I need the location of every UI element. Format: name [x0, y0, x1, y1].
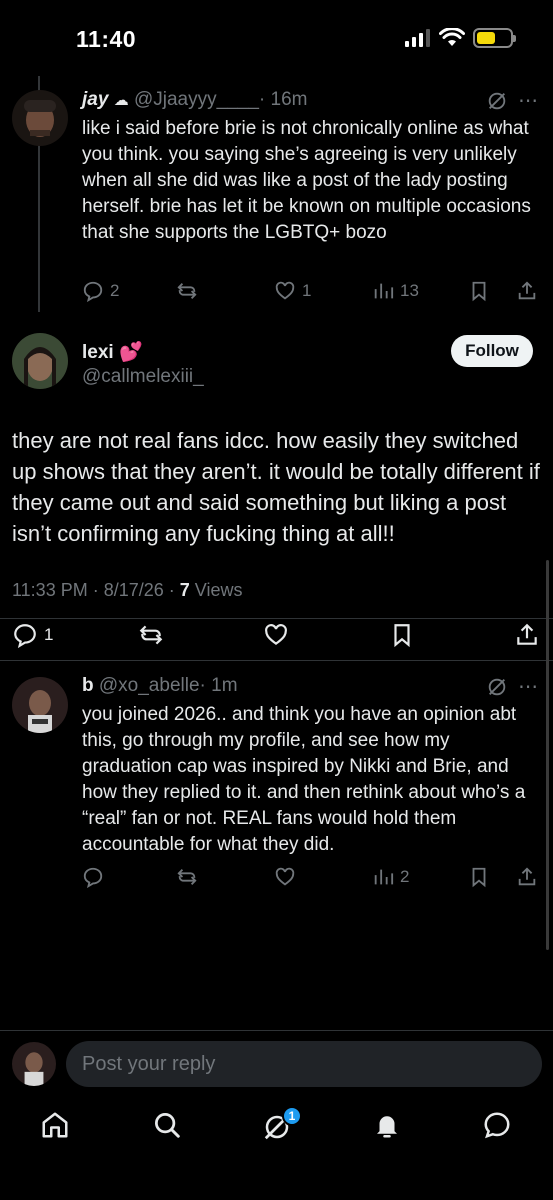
reply-1-handle[interactable]: @Jjaayyy____ [134, 89, 259, 110]
reply-1-actions: 2 1 13 [0, 278, 553, 304]
reply-2-handle[interactable]: @xo_abelle [99, 675, 200, 696]
avatar-b[interactable] [12, 677, 68, 733]
main-bookmark-button[interactable] [389, 622, 415, 648]
messages-icon[interactable] [482, 1110, 512, 1140]
comment-icon [14, 624, 36, 648]
repost-icon [139, 625, 163, 645]
reply-button[interactable] [82, 866, 104, 888]
reply-2-text: you joined 2026.. and think you have an … [82, 704, 526, 855]
bell-icon[interactable] [372, 1110, 402, 1140]
signal-icon [405, 29, 430, 47]
views-label: Views [189, 580, 243, 600]
main-post-timestamp: 11:33 PM · 8/17/26 · 7 Views [12, 580, 242, 601]
battery-fill [477, 32, 495, 44]
main-reply-count: 1 [44, 625, 54, 644]
bookmark-icon [472, 281, 486, 302]
notification-badge: 1 [282, 1106, 302, 1126]
more-options-icon[interactable]: ⋯ [518, 674, 538, 699]
repost-icon [177, 283, 197, 299]
status-icons [405, 28, 516, 48]
wifi-icon [439, 28, 465, 46]
heart-emoji-icon: 💕 [118, 342, 143, 363]
divider [0, 660, 553, 661]
share-icon [518, 281, 536, 300]
composer-avatar[interactable] [12, 1042, 56, 1086]
bookmark-button[interactable] [468, 280, 490, 302]
heart-icon [275, 867, 295, 886]
reply-1-age: · 16m [258, 89, 308, 110]
divider [0, 618, 553, 619]
main-like-button[interactable] [263, 622, 289, 648]
like-button[interactable] [274, 866, 296, 888]
reply-2-age: · 1m [199, 675, 238, 696]
repost-button[interactable] [176, 280, 198, 302]
share-icon [518, 867, 536, 886]
share-button[interactable] [516, 280, 538, 302]
share-icon [517, 623, 537, 645]
avatar-lexi[interactable] [12, 333, 68, 389]
main-share-button[interactable] [514, 622, 540, 648]
bookmark-icon [472, 867, 486, 888]
main-post-actions: 1 [0, 622, 553, 648]
scrollbar[interactable] [546, 560, 549, 950]
more-options-icon[interactable]: ⋯ [518, 88, 538, 113]
main-post-text: they are not real fans idcc. how easily … [12, 428, 540, 546]
reply-2-actions: 2 [0, 864, 553, 890]
reply-1-meta: jay ☁ @Jjaayyy____· 16m [82, 89, 307, 111]
heart-icon [275, 281, 295, 300]
heart-icon [265, 624, 287, 645]
views-count[interactable]: 7 [180, 580, 190, 600]
views-icon [374, 869, 394, 885]
reply-2-meta: b @xo_abelle· 1m [82, 675, 238, 697]
reply-button[interactable]: 2 [82, 280, 119, 302]
avatar-jay[interactable] [12, 90, 68, 146]
bookmark-button[interactable] [468, 866, 490, 888]
reply-1-view-count: 13 [400, 281, 419, 300]
battery-icon [473, 28, 516, 48]
main-post-handle[interactable]: @callmelexiii_ [82, 366, 204, 388]
reply-1-name[interactable]: jay [82, 89, 108, 110]
main-reply-button[interactable]: 1 [12, 622, 53, 648]
share-button[interactable] [516, 866, 538, 888]
follow-button[interactable]: Follow [451, 335, 533, 367]
comment-icon [83, 867, 103, 888]
like-button[interactable]: 1 [274, 280, 311, 302]
grok-icon[interactable] [486, 90, 508, 112]
grok-icon[interactable] [486, 676, 508, 698]
home-icon[interactable] [40, 1110, 70, 1140]
views-button[interactable]: 2 [372, 866, 409, 888]
repost-button[interactable] [176, 866, 198, 888]
comment-icon [83, 281, 103, 302]
reply-1-reply-count: 2 [110, 281, 120, 300]
cloud-emoji-icon: ☁ [113, 92, 129, 109]
main-post-meta: lexi 💕 [82, 340, 143, 364]
search-icon[interactable] [152, 1110, 182, 1140]
main-post-name[interactable]: lexi [82, 342, 114, 363]
views-button[interactable]: 13 [372, 280, 419, 302]
repost-icon [177, 869, 197, 885]
reply-1-like-count: 1 [302, 281, 312, 300]
divider [0, 1030, 553, 1031]
reply-input[interactable]: Post your reply [66, 1041, 542, 1087]
main-repost-button[interactable] [138, 622, 164, 648]
views-icon [374, 283, 394, 299]
reply-input-placeholder: Post your reply [82, 1052, 216, 1075]
reply-2-name[interactable]: b [82, 675, 94, 696]
reply-1-text: like i said before brie is not chronical… [82, 118, 531, 243]
reply-2-view-count: 2 [400, 867, 410, 886]
timestamp-text: 11:33 PM · 8/17/26 · [12, 580, 180, 600]
bookmark-icon [394, 624, 410, 648]
status-time: 11:40 [76, 26, 137, 52]
